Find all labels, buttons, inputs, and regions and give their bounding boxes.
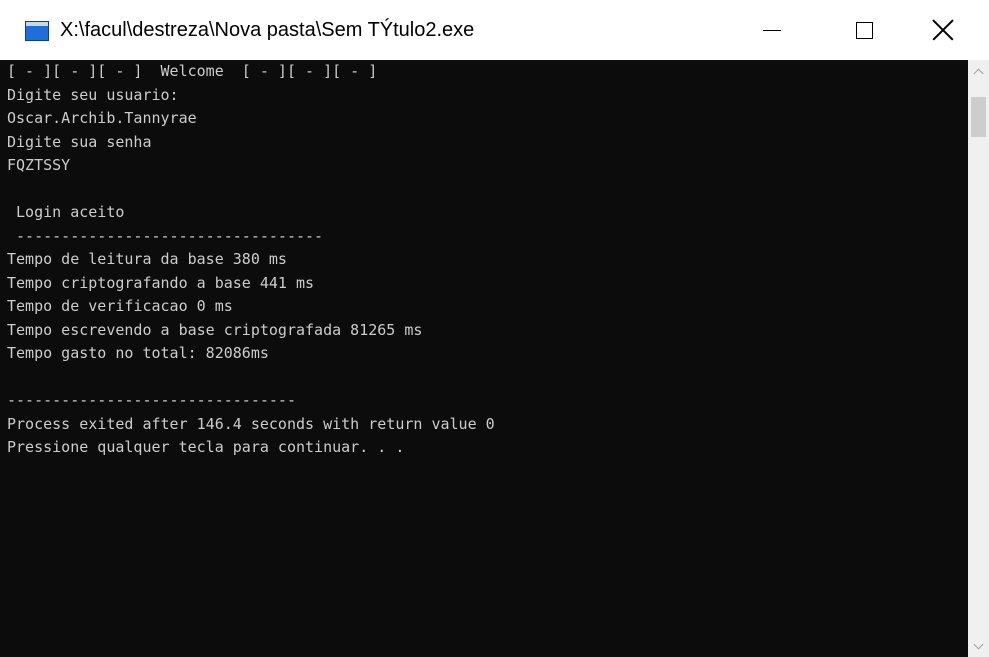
console-line: Tempo de leitura da base 380 ms <box>7 250 287 268</box>
console-app-icon[interactable] <box>25 21 49 41</box>
window-title: X:\facul\destreza\Nova pasta\Sem TÝtulo2… <box>60 19 475 41</box>
console-line: Tempo de verificacao 0 ms <box>7 297 233 315</box>
console-line: Pressione qualquer tecla para continuar.… <box>7 438 405 456</box>
console-line: ---------------------------------- <box>7 226 324 245</box>
maximize-icon <box>855 21 873 39</box>
console-line: [ - ][ - ][ - ] Welcome [ - ][ - ][ - ] <box>7 62 378 80</box>
console-lines: [ - ][ - ][ - ] Welcome [ - ][ - ][ - ] … <box>7 60 495 460</box>
console-line: Tempo criptografando a base 441 ms <box>7 273 315 292</box>
console-output[interactable]: [ - ][ - ][ - ] Welcome [ - ][ - ][ - ] … <box>0 60 968 657</box>
scrollbar-thumb[interactable] <box>971 97 986 137</box>
close-button[interactable] <box>897 0 989 60</box>
minimize-button[interactable] <box>726 0 818 60</box>
console-line: Tempo escrevendo a base criptografada 81… <box>7 320 423 339</box>
chevron-up-icon <box>973 68 984 78</box>
console-line: Oscar.Archib.Tannyrae <box>7 109 197 127</box>
minimize-icon <box>763 29 781 31</box>
console-line: Digite seu usuario: <box>7 85 179 104</box>
console-line: FQZTSSY <box>7 156 71 174</box>
scroll-down-button[interactable] <box>968 635 989 657</box>
console-line: Login aceito <box>7 203 125 221</box>
console-line: Digite sua senha <box>7 132 152 151</box>
console-line: -------------------------------- <box>7 391 296 409</box>
console-line: Tempo gasto no total: 82086ms <box>7 344 269 362</box>
title-bar[interactable]: X:\facul\destreza\Nova pasta\Sem TÝtulo2… <box>0 0 989 60</box>
console-line: Process exited after 146.4 seconds with … <box>7 414 495 433</box>
chevron-down-icon <box>973 639 984 649</box>
close-icon <box>932 19 954 41</box>
scroll-up-button[interactable] <box>968 60 989 82</box>
vertical-scrollbar[interactable] <box>968 60 989 657</box>
console-window: X:\facul\destreza\Nova pasta\Sem TÝtulo2… <box>0 0 989 657</box>
